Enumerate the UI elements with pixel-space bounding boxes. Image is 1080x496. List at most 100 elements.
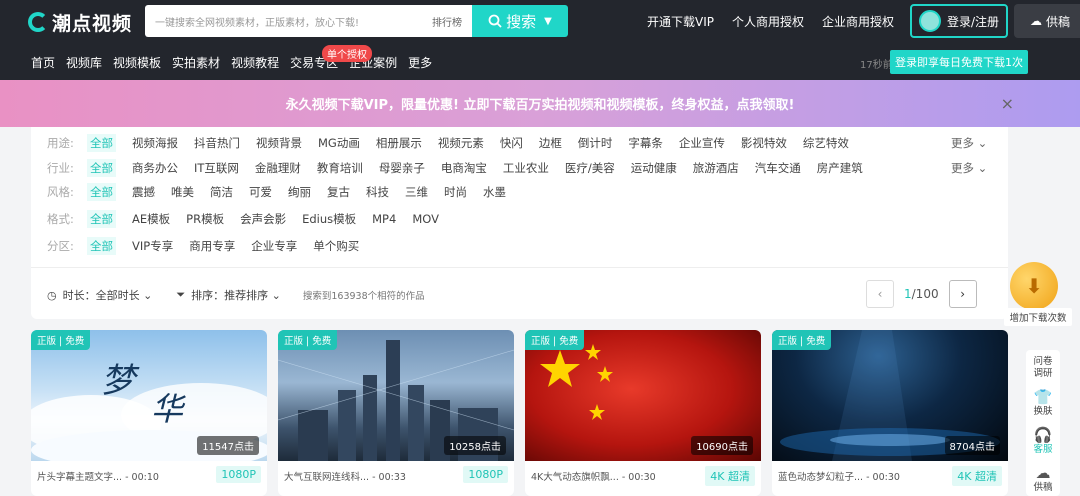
video-card[interactable]: 正版 | 免费 8704点击 蓝色动态梦幻粒子... - 00:30 4K 超清 [772, 330, 1008, 496]
filter-option[interactable]: 复古 [327, 184, 350, 200]
promo-banner[interactable]: 永久视频下载VIP，限量优惠! 立即下载百万实拍视频和视频模板，终身权益，点我领… [0, 80, 1080, 127]
more-toggle[interactable]: 更多 ⌄ [951, 135, 987, 151]
nav-item-home[interactable]: 首页 [31, 54, 55, 71]
filter-option[interactable]: 金融理财 [255, 160, 301, 176]
filter-option[interactable]: 倒计时 [578, 135, 613, 151]
filter-option[interactable]: 相册展示 [376, 135, 422, 151]
prev-page-button[interactable]: ‹ [866, 280, 894, 308]
video-card[interactable]: 梦 华 正版 | 免费 11547点击 片头字幕主题文字... - 00:10 … [31, 330, 267, 496]
filter-option[interactable]: 房产建筑 [817, 160, 863, 176]
filter-option[interactable]: 全部 [87, 159, 116, 177]
filter-option[interactable]: AE模板 [132, 211, 170, 227]
filter-option[interactable]: 教育培训 [317, 160, 363, 176]
video-thumbnail[interactable]: 梦 华 正版 | 免费 11547点击 [31, 330, 267, 461]
enterprise-license-link[interactable]: 企业商用授权 [822, 13, 894, 30]
search-button-label: 搜索 [506, 12, 537, 31]
nav-item-footage[interactable]: 实拍素材 [172, 54, 220, 71]
filter-option[interactable]: 全部 [87, 210, 116, 228]
shirt-icon[interactable]: 👕 [1034, 388, 1053, 406]
video-title[interactable]: 大气互联网连线科... - 00:33 [284, 469, 454, 483]
view-count: 11547点击 [197, 436, 259, 455]
filter-option[interactable]: 电商淘宝 [441, 160, 487, 176]
filter-option[interactable]: 旅游酒店 [693, 160, 739, 176]
coin-icon[interactable]: ⬇ [1010, 262, 1058, 310]
video-card[interactable]: 正版 | 免费 10690点击 4K大气动态旗帜飘... - 00:30 4K … [525, 330, 761, 496]
filter-option[interactable]: 视频海报 [132, 135, 178, 151]
filter-option[interactable]: 运动健康 [631, 160, 677, 176]
filter-option[interactable]: 母婴亲子 [379, 160, 425, 176]
filter-option[interactable]: 视频背景 [256, 135, 302, 151]
more-toggle[interactable]: 更多 ⌄ [951, 160, 987, 176]
video-title[interactable]: 4K大气动态旗帜飘... - 00:30 [531, 469, 701, 483]
video-thumbnail[interactable]: 正版 | 免费 10258点击 [278, 330, 514, 461]
video-thumbnail[interactable]: 正版 | 免费 8704点击 [772, 330, 1008, 461]
login-tip[interactable]: 登录即享每日免费下载1次 [890, 50, 1028, 74]
search-input[interactable]: 一键搜索全网视频素材，正版素材，放心下载! 排行榜 [145, 5, 472, 37]
filter-option[interactable]: 全部 [87, 237, 116, 255]
filter-option[interactable]: 影视特效 [741, 135, 787, 151]
personal-license-link[interactable]: 个人商用授权 [732, 13, 804, 30]
filter-option[interactable]: 时尚 [444, 184, 467, 200]
result-count: 搜索到163938个相符的作品 [302, 291, 425, 302]
video-title[interactable]: 片头字幕主题文字... - 00:10 [37, 469, 207, 483]
filter-option[interactable]: PR模板 [186, 211, 224, 227]
filter-option[interactable]: 边框 [539, 135, 562, 151]
filter-option[interactable]: 三维 [405, 184, 428, 200]
filter-option[interactable]: 绚丽 [288, 184, 311, 200]
headset-icon[interactable]: 🎧 [1034, 426, 1053, 444]
filter-option[interactable]: IT互联网 [194, 160, 239, 176]
filter-option[interactable]: 商用专享 [189, 238, 235, 254]
filter-option[interactable]: VIP专享 [132, 238, 173, 254]
login-button[interactable]: 登录/注册 [910, 4, 1008, 38]
nav-item-video-library[interactable]: 视频库 [66, 54, 102, 71]
cloud-upload-icon[interactable]: ☁ [1036, 464, 1051, 482]
filter-option[interactable]: 企业专享 [251, 238, 297, 254]
filter-option[interactable]: 会声会影 [240, 211, 286, 227]
filter-option[interactable]: 抖音热门 [194, 135, 240, 151]
filter-option[interactable]: 商务办公 [132, 160, 178, 176]
filter-option[interactable]: 字幕条 [628, 135, 663, 151]
sort-bar: ◷ 时长：全部时长 ⌄ ⏷ 排序：推荐排序 ⌄ 搜索到163938个相符的作品 [47, 287, 425, 303]
rank-link[interactable]: 排行榜 [432, 14, 462, 29]
filter-option[interactable]: 综艺特效 [803, 135, 849, 151]
filter-option[interactable]: 科技 [366, 184, 389, 200]
filter-option[interactable]: 医疗/美容 [565, 160, 615, 176]
filter-option[interactable]: 单个购买 [313, 238, 359, 254]
video-card[interactable]: 正版 | 免费 10258点击 大气互联网连线科... - 00:33 1080… [278, 330, 514, 496]
sort-select[interactable]: 排序：推荐排序 ⌄ [191, 287, 281, 303]
nav-item-video-templates[interactable]: 视频模板 [113, 54, 161, 71]
vip-link[interactable]: 开通下载VIP [647, 13, 714, 30]
filter-option[interactable]: 震撼 [132, 184, 155, 200]
search-button[interactable]: 搜索 ▼ [472, 5, 568, 37]
filter-option[interactable]: 唯美 [171, 184, 194, 200]
video-thumbnail[interactable]: 正版 | 免费 10690点击 [525, 330, 761, 461]
filter-option[interactable]: 全部 [87, 183, 116, 201]
filter-option[interactable]: MOV [412, 212, 439, 226]
filter-option[interactable]: MP4 [372, 212, 396, 226]
contribute-link[interactable]: 供稿 [1033, 482, 1052, 494]
total-pages: /100 [911, 287, 939, 301]
duration-filter[interactable]: 时长：全部时长 ⌄ [63, 287, 153, 303]
next-page-button[interactable]: › [948, 280, 977, 308]
video-title[interactable]: 蓝色动态梦幻粒子... - 00:30 [778, 469, 948, 483]
filter-option[interactable]: 工业农业 [503, 160, 549, 176]
add-downloads-label[interactable]: 增加下载次数 [1004, 308, 1072, 326]
service-link[interactable]: 客服 [1033, 444, 1052, 456]
filter-option[interactable]: 汽车交通 [755, 160, 801, 176]
filter-option[interactable]: 视频元素 [438, 135, 484, 151]
filter-option[interactable]: 企业宣传 [679, 135, 725, 151]
nav-item-more[interactable]: 更多 [408, 54, 432, 71]
filter-option[interactable]: 水墨 [483, 184, 506, 200]
filter-option[interactable]: 简洁 [210, 184, 233, 200]
skin-link[interactable]: 换肤 [1033, 406, 1052, 418]
upload-button[interactable]: ☁ 供稿 [1014, 4, 1080, 38]
nav-item-tutorials[interactable]: 视频教程 [231, 54, 279, 71]
survey-link[interactable]: 问卷调研 [1032, 356, 1054, 380]
close-icon[interactable]: × [1001, 94, 1014, 113]
filter-option[interactable]: Edius模板 [302, 211, 356, 227]
filter-option[interactable]: 快闪 [500, 135, 523, 151]
logo[interactable]: 潮点视频 [28, 8, 132, 36]
filter-option[interactable]: 可爱 [249, 184, 272, 200]
filter-option[interactable]: 全部 [87, 134, 116, 152]
filter-option[interactable]: MG动画 [318, 135, 360, 151]
